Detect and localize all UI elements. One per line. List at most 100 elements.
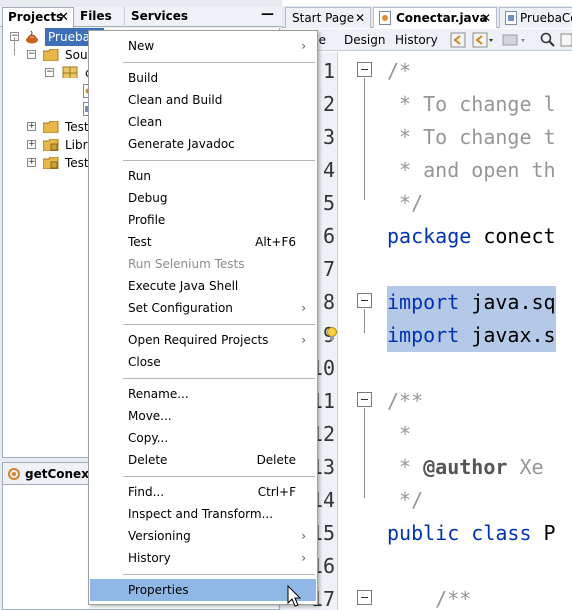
collapse-toggle-icon[interactable]: − (45, 68, 54, 77)
menu-item-clean-and-build[interactable]: Clean and Build (90, 89, 316, 111)
close-tab-icon[interactable]: ✕ (355, 8, 365, 28)
fold-toggle-icon[interactable] (357, 62, 372, 77)
fold-toggle-icon[interactable] (357, 590, 372, 605)
history-view-button[interactable]: History (395, 31, 438, 49)
code-token: * To change l (387, 92, 556, 116)
submenu-arrow-icon: › (301, 551, 306, 565)
menu-item-test[interactable]: Test Alt+F6 (90, 231, 316, 253)
code-token: * To change t (387, 125, 556, 149)
code-line[interactable]: * and open th (387, 154, 556, 187)
tab-prueba-conexion[interactable]: PruebaCon (499, 7, 572, 28)
menu-item-label: New (128, 39, 155, 53)
minimize-window-icon[interactable]: — (261, 7, 274, 22)
code-token: import (387, 290, 460, 314)
code-token: java.sq (459, 290, 556, 314)
menu-separator (123, 378, 315, 379)
menu-item-run-selenium-tests[interactable]: Run Selenium Tests (90, 253, 316, 275)
code-line[interactable]: * To change t (387, 121, 556, 154)
fold-toggle-icon[interactable] (357, 293, 372, 308)
menu-item-profile[interactable]: Profile (90, 209, 316, 231)
tab-projects-label: Projects (8, 10, 64, 24)
menu-item-shortcut: Alt+F6 (255, 235, 296, 249)
tab-conectar-java[interactable]: Conectar.java ✕ (373, 7, 497, 28)
code-line[interactable]: */ (387, 484, 423, 517)
menu-item-inspect-and-transform[interactable]: Inspect and Transform... (90, 503, 316, 525)
menu-item-rename[interactable]: Rename... (90, 383, 316, 405)
project-context-menu[interactable]: New › Build Clean and Build Clean Generate Ja… (88, 30, 318, 605)
menu-item-move[interactable]: Move... (90, 405, 316, 427)
find-icon[interactable] (540, 32, 556, 48)
menu-item-run[interactable]: Run (90, 165, 316, 187)
menu-separator (123, 62, 315, 63)
menu-item-label: Clean and Build (128, 93, 223, 107)
folder-icon (43, 49, 59, 61)
code-line[interactable]: * To change l (387, 88, 556, 121)
last-edit-icon[interactable] (502, 32, 528, 48)
code-line[interactable]: import java.sq (387, 286, 556, 319)
code-line[interactable]: /** (387, 583, 471, 610)
hint-bulb-icon[interactable] (326, 326, 338, 342)
editor-toolbar: ce Design History (282, 29, 572, 51)
collapse-toggle-icon[interactable]: − (27, 50, 36, 59)
code-line[interactable]: */ (387, 187, 423, 220)
code-token: javax.s (459, 323, 556, 347)
submenu-arrow-icon: › (301, 333, 306, 347)
menu-separator (123, 160, 315, 161)
fold-toggle-icon[interactable] (357, 392, 372, 407)
code-editor[interactable]: /* * To change l * To change t * and ope… (339, 52, 572, 610)
design-view-button[interactable]: Design (344, 31, 385, 49)
forward-icon[interactable] (472, 32, 494, 48)
code-line[interactable]: /** (387, 385, 423, 418)
java-file-icon (505, 11, 517, 25)
code-line[interactable]: * @author Xe (387, 451, 544, 484)
tab-label: Start Page (292, 11, 355, 25)
menu-item-debug[interactable]: Debug (90, 187, 316, 209)
menu-item-label: Open Required Projects (128, 333, 269, 347)
libraries-folder-icon (43, 139, 59, 151)
menu-item-versioning[interactable]: Versioning › (90, 525, 316, 547)
menu-item-label: Execute Java Shell (128, 279, 239, 293)
menu-item-generate-javadoc[interactable]: Generate Javadoc (90, 133, 316, 155)
menu-item-close[interactable]: Close (90, 351, 316, 373)
tab-label: PruebaCon (520, 11, 572, 25)
code-line[interactable]: package conect (387, 220, 556, 253)
menu-item-find[interactable]: Find... Ctrl+F (90, 481, 316, 503)
code-token: @author (423, 455, 508, 479)
close-tab-icon[interactable]: ✕ (481, 8, 491, 28)
menu-item-delete[interactable]: Delete Delete (90, 449, 316, 471)
menu-item-new[interactable]: New › (90, 35, 316, 57)
tab-start-page[interactable]: Start Page ✕ (285, 7, 371, 28)
libraries-folder-icon (43, 157, 59, 169)
java-file-icon (379, 11, 391, 25)
menu-item-label: Copy... (128, 431, 169, 445)
menu-item-set-configuration[interactable]: Set Configuration › (90, 297, 316, 319)
menu-separator (123, 574, 315, 575)
find-previous-icon[interactable] (560, 32, 572, 48)
code-line[interactable]: public class P (387, 517, 556, 550)
tab-files[interactable]: Files (75, 7, 125, 27)
menu-item-copy[interactable]: Copy... (90, 427, 316, 449)
tab-projects[interactable]: Projects ✕ (2, 7, 74, 28)
menu-item-build[interactable]: Build (90, 67, 316, 89)
left-tab-bar: Projects ✕ Files Services — (0, 7, 282, 28)
menu-item-properties[interactable]: Properties (90, 579, 316, 601)
menu-item-execute-java-shell[interactable]: Execute Java Shell (90, 275, 316, 297)
tab-projects-close-icon[interactable]: ✕ (58, 8, 69, 27)
menu-item-label: Test (128, 235, 152, 249)
menu-item-open-required-projects[interactable]: Open Required Projects › (90, 329, 316, 351)
menu-separator (123, 324, 315, 325)
tab-services[interactable]: Services (126, 7, 216, 27)
menu-item-shortcut: Delete (256, 453, 296, 467)
menu-item-label: Profile (128, 213, 166, 227)
expand-toggle-icon[interactable]: + (27, 122, 36, 131)
code-token: P (531, 521, 556, 545)
menu-item-clean[interactable]: Clean (90, 111, 316, 133)
code-line[interactable]: /* (387, 55, 411, 88)
code-line[interactable]: import javax.s (387, 319, 556, 352)
navigator-icon (8, 468, 20, 480)
back-icon[interactable] (450, 32, 466, 48)
code-line[interactable]: * (387, 418, 411, 451)
expand-toggle-icon[interactable]: + (27, 158, 36, 167)
expand-toggle-icon[interactable]: + (27, 140, 36, 149)
menu-item-history[interactable]: History › (90, 547, 316, 569)
